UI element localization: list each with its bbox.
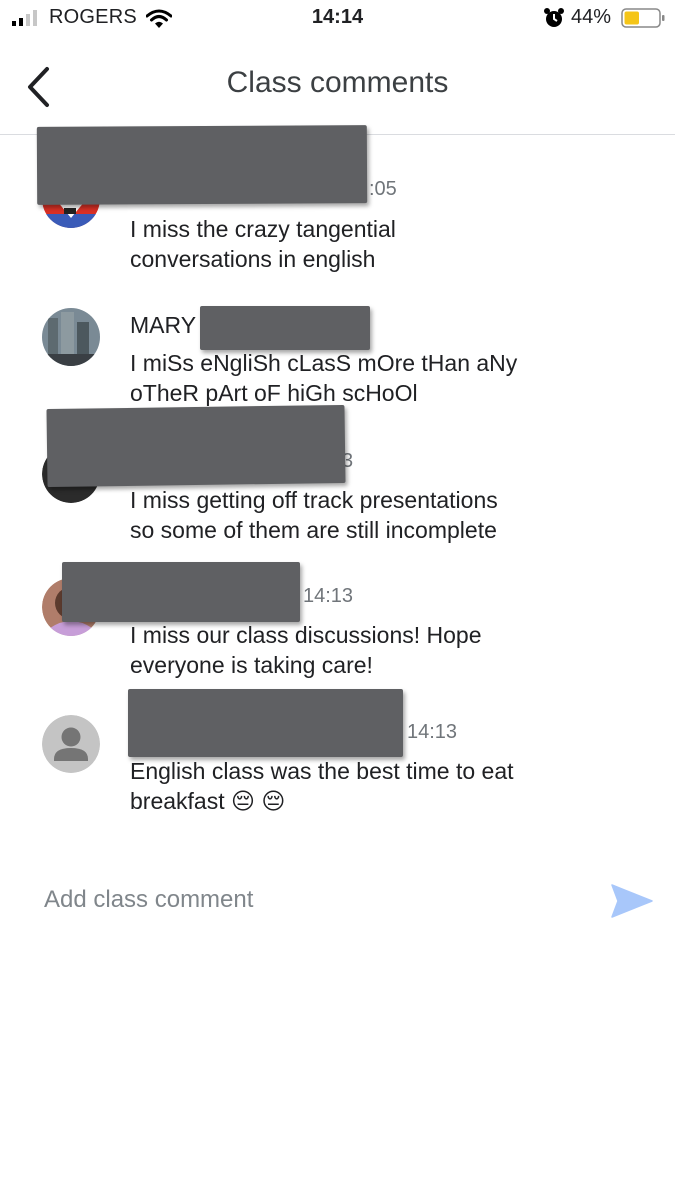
comment-time: :05 xyxy=(369,178,397,200)
comment-time: 14:13 xyxy=(303,585,354,607)
add-comment-input[interactable]: Add class comment xyxy=(44,886,253,914)
comment-item: :05 I miss the crazy tangential conversa… xyxy=(0,125,675,280)
alarm-clock-icon xyxy=(544,8,564,27)
redaction-box xyxy=(128,689,403,757)
comment-item: 14:13 I miss our class discussions! Hope… xyxy=(0,560,675,685)
page-title: Class comments xyxy=(226,66,449,99)
comment-text: I miss getting off track presentations s… xyxy=(130,487,498,543)
avatar xyxy=(42,308,100,366)
comment-item: MARY I miSs eNgliSh cLasS mOre tHan aNy … xyxy=(0,300,675,415)
redaction-box xyxy=(36,125,368,205)
send-icon[interactable] xyxy=(610,883,654,919)
battery-percentage: 44% xyxy=(571,6,612,28)
comment-time: 14:13 xyxy=(407,721,458,743)
comment-author: MARY xyxy=(130,312,197,338)
redaction-box xyxy=(46,404,346,488)
avatar xyxy=(42,715,100,773)
redaction-box xyxy=(62,562,300,622)
redaction-box xyxy=(200,306,370,350)
comment-text: I miSs eNgliSh cLasS mOre tHan aNy oTheR… xyxy=(130,350,518,406)
status-bar: ROGERS 14:14 44% xyxy=(0,0,675,40)
comment-item: 14:13 English class was the best time to… xyxy=(0,685,675,825)
comment-item: 3 I miss getting off track presentations… xyxy=(0,404,675,550)
battery-icon xyxy=(621,8,665,28)
comment-text: I miss our class discussions! Hope every… xyxy=(130,622,482,678)
person-icon xyxy=(42,715,100,773)
comment-text: English class was the best time to eat b… xyxy=(130,758,514,814)
comment-text: I miss the crazy tangential conversation… xyxy=(130,216,396,272)
